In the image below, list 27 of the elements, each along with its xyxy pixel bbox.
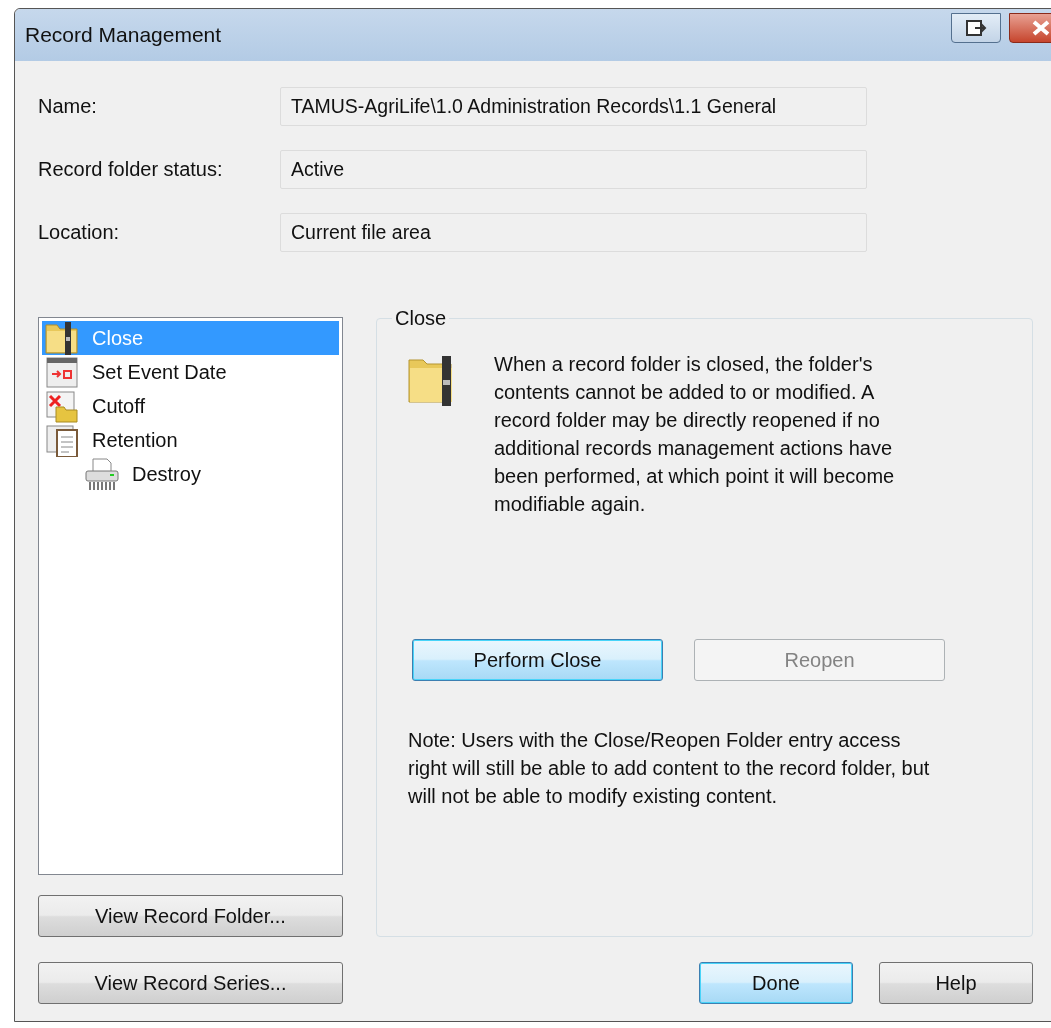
list-item[interactable]: Cutoff <box>88 390 149 422</box>
note-text: Note: Users with the Close/Reopen Folder entry access right will still be able to add content to the record folder, but will not be able to modify existing content. <box>408 728 931 809</box>
folder-cutoff-icon <box>44 389 80 423</box>
close-icon <box>1031 20 1051 36</box>
read-only-field[interactable]: TAMUS-AgriLife\1.0 Administration Records\1.1 General <box>280 87 867 126</box>
window-title: Record Management <box>25 23 223 47</box>
field-label: Record folder status: <box>38 158 224 181</box>
zipped-folder-icon <box>44 321 80 355</box>
list-item[interactable]: Destroy <box>128 458 205 490</box>
read-only-field[interactable]: Active <box>280 150 867 189</box>
group-title: Close <box>394 307 448 330</box>
list-item[interactable]: Retention <box>88 424 182 456</box>
view-series-button[interactable]: View Record Series... <box>38 962 343 1004</box>
perform-close-button[interactable]: Perform Close <box>412 639 663 681</box>
shredder-icon <box>84 457 120 491</box>
window-icon <box>965 19 987 37</box>
field-label: Name: <box>38 95 98 118</box>
list-item[interactable]: Set Event Date <box>88 356 231 388</box>
clipboard-icon <box>44 423 80 457</box>
calendar-icon <box>44 355 80 389</box>
view-folder-button[interactable]: View Record Folder... <box>38 895 343 937</box>
description-text: When a record folder is closed, the folder's contents cannot be added to or modified. A record folder may be directly reopened if no additional records management actions have been performed, at which point it will become modifiable again. <box>494 352 896 517</box>
help-button[interactable]: Help <box>879 962 1033 1004</box>
done-button[interactable]: Done <box>699 962 853 1004</box>
restore-button[interactable] <box>951 13 1001 43</box>
field-label: Location: <box>38 221 121 244</box>
read-only-field[interactable]: Current file area <box>280 213 867 252</box>
